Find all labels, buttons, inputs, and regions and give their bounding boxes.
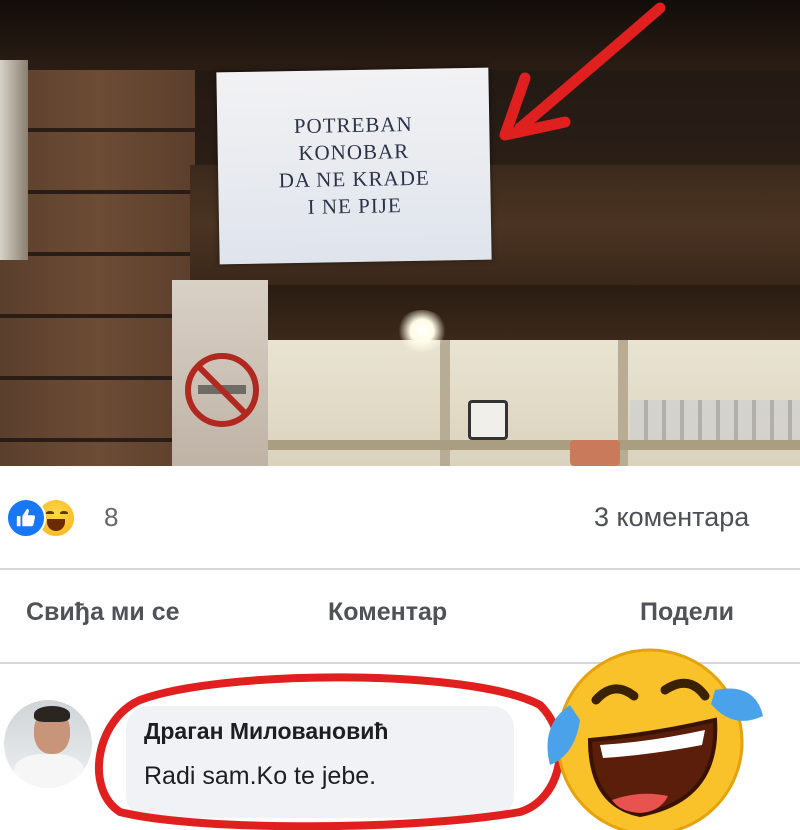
post-photo[interactable]: POTREBAN KONOBAR DA NE KRADE I NE PIJE [0,0,800,466]
divider [0,568,800,570]
comment-author[interactable]: Драган Миловановић [144,718,388,745]
avatar[interactable] [4,700,92,788]
like-icon [6,498,46,538]
share-button[interactable]: Подели [640,598,734,627]
red-arrow-annotation [499,2,666,141]
like-button[interactable]: Свиђа ми се [26,598,180,627]
reactions-bar: 8 3 коментара [0,478,800,558]
comment-button[interactable]: Коментар [328,598,447,627]
comment-text: Radi sam.Ko te jebe. [144,762,377,790]
reaction-count[interactable]: 8 [104,502,118,533]
post-actions: Свиђа ми се Коментар Подели [0,572,800,660]
comment-count-link[interactable]: 3 коментара [594,502,749,533]
divider [0,662,800,664]
comment-bubble: Драган Миловановић Radi sam.Ko te jebe. [126,706,514,818]
reaction-icons[interactable] [6,498,96,538]
laughing-tears-emoji [547,648,763,830]
